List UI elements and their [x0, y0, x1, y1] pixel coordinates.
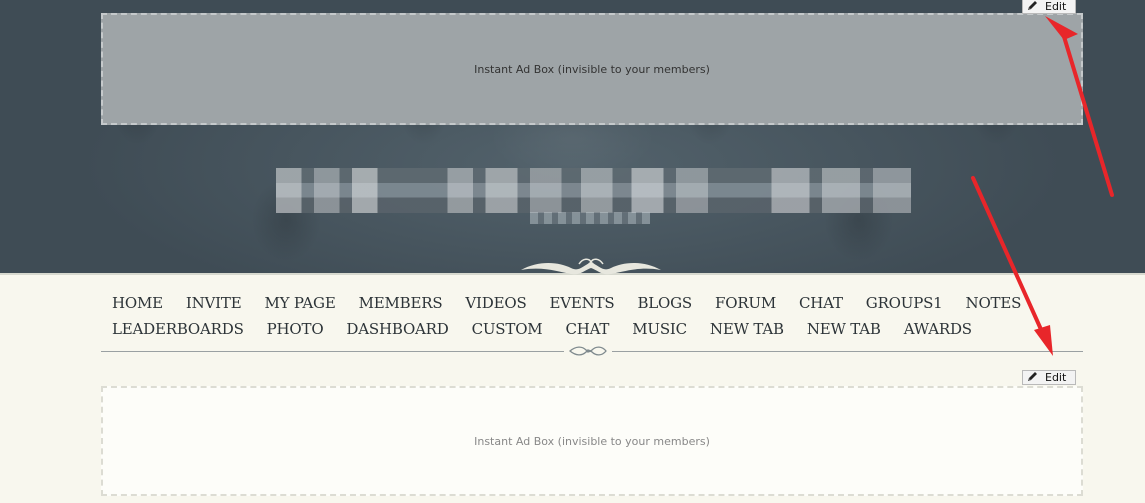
header-ornament — [521, 258, 661, 275]
nav-item-notes[interactable]: NOTES — [966, 294, 1022, 312]
ad-box-label: Instant Ad Box (invisible to your member… — [474, 434, 710, 448]
nav-item-home[interactable]: HOME — [112, 294, 163, 312]
nav-item-new-tab[interactable]: NEW TAB — [710, 320, 784, 338]
pencil-icon — [1027, 0, 1039, 14]
nav-item-forum[interactable]: FORUM — [715, 294, 776, 312]
nav-divider-right — [612, 351, 1083, 352]
divider-ornament — [568, 346, 607, 356]
nav-item-groups1[interactable]: GROUPS1 — [866, 294, 943, 312]
nav-item-dashboard[interactable]: DASHBOARD — [346, 320, 448, 338]
nav-item-chat[interactable]: CHAT — [799, 294, 843, 312]
nav-item-videos[interactable]: VIDEOS — [465, 294, 526, 312]
nav-item-invite[interactable]: INVITE — [186, 294, 242, 312]
nav-row-2: LEADERBOARDS PHOTO DASHBOARD CUSTOM CHAT… — [112, 316, 1012, 342]
edit-label: Edit — [1045, 0, 1067, 13]
edit-ad-box-button-2[interactable]: Edit — [1022, 370, 1076, 385]
nav-item-new-tab-2[interactable]: NEW TAB — [807, 320, 881, 338]
nav-item-music[interactable]: MUSIC — [632, 320, 687, 338]
nav-item-my-page[interactable]: MY PAGE — [264, 294, 335, 312]
nav-row-1: HOME INVITE MY PAGE MEMBERS VIDEOS EVENT… — [112, 290, 1021, 316]
main-navigation: HOME INVITE MY PAGE MEMBERS VIDEOS EVENT… — [112, 290, 1021, 342]
nav-item-awards[interactable]: AWARDS — [904, 320, 972, 338]
nav-item-members[interactable]: MEMBERS — [359, 294, 443, 312]
nav-item-custom[interactable]: CUSTOM — [472, 320, 543, 338]
site-tagline-pixelated — [530, 212, 650, 224]
instant-ad-box-top[interactable]: Instant Ad Box (invisible to your member… — [101, 13, 1083, 125]
site-logo-pixelated[interactable] — [276, 168, 911, 213]
nav-item-photo[interactable]: PHOTO — [267, 320, 324, 338]
nav-item-blogs[interactable]: BLOGS — [637, 294, 692, 312]
nav-item-leaderboards[interactable]: LEADERBOARDS — [112, 320, 244, 338]
pencil-icon — [1027, 370, 1039, 385]
nav-item-events[interactable]: EVENTS — [550, 294, 615, 312]
ad-box-label: Instant Ad Box (invisible to your member… — [474, 62, 710, 76]
edit-ad-box-button[interactable]: Edit — [1022, 0, 1076, 14]
nav-item-chat-2[interactable]: CHAT — [565, 320, 609, 338]
nav-divider-left — [101, 351, 564, 352]
instant-ad-box-bottom[interactable]: Instant Ad Box (invisible to your member… — [101, 386, 1083, 496]
edit-label: Edit — [1045, 371, 1067, 384]
